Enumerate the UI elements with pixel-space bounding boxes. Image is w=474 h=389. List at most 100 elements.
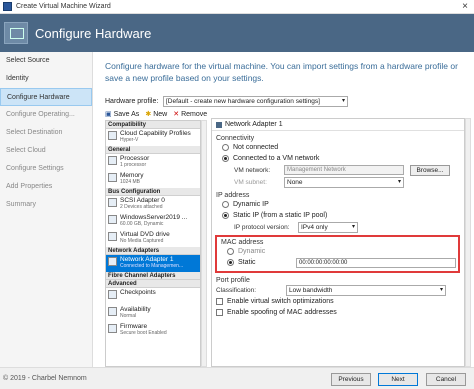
hardware-profile-select[interactable]: [Default - create new hardware configura… [163,96,348,107]
save-as-button[interactable]: ▣ Save As [105,110,140,119]
mac-dynamic-option[interactable]: Dynamic [217,246,458,257]
processor-icon [108,156,117,165]
enable-vswitch-option[interactable]: Enable virtual switch optimizations [212,296,464,307]
page-description: Configure hardware for the virtual machi… [105,61,458,83]
network-adapter-icon [108,257,117,266]
mac-address-label: MAC address [221,239,264,246]
tree-item-sub: 2 Devices attached [120,204,163,210]
tree-section-fibre[interactable]: Fibre Channel Adapters [106,272,200,280]
vm-network-field[interactable]: Management Network [284,165,404,175]
radio-selected-icon [222,212,229,219]
dvd-icon [108,232,117,241]
previous-button[interactable]: Previous [331,373,371,386]
tree-section-advanced[interactable]: Advanced [106,280,200,288]
remove-button[interactable]: ✕ Remove [173,110,207,119]
tree-item-checkpoints[interactable]: Checkpoints [106,288,200,305]
nav-item-select-source[interactable]: Select Source [0,52,92,70]
tree-item-sub: Hyper-V [120,137,139,143]
tree-item-title: Virtual DVD drive [120,231,170,238]
radio-icon [222,201,229,208]
vm-subnet-label: VM subnet: [234,178,267,186]
tree-item-processor[interactable]: Processor 1 processor [106,154,200,171]
classification-select[interactable]: Low bandwidth ▾ [286,284,446,296]
browse-button[interactable]: Browse... [410,164,450,176]
tree-item-sub: Secure boot Enabled [120,330,167,336]
mac-static-option[interactable]: Static 00:00:00:00:00:00 [217,257,458,268]
hardware-profile-label: Hardware profile: [105,98,159,105]
not-connected-label: Not connected [233,144,279,151]
mac-address-field[interactable]: 00:00:00:00:00:00 [296,257,456,268]
tree-item-availability[interactable]: Availability Normal [106,305,200,322]
tree-section-bus[interactable]: Bus Configuration [106,188,200,196]
main-panel: Configure hardware for the virtual machi… [93,52,474,367]
tree-item-dvd[interactable]: Virtual DVD drive No Media Captured [106,230,200,247]
footer-bar: © 2019 - Charbel Nemnom Previous Next Ca… [0,367,474,389]
static-ip-label: Static IP (from a static IP pool) [233,212,328,219]
detail-panel: Network Adapter 1 Connectivity Not conne… [211,118,465,367]
disk-icon [108,215,117,224]
ip-protocol-row: IP protocol version: IPv4 only ▾ [212,221,464,233]
tree-item-title: Checkpoints [120,289,156,296]
detail-scrollbar[interactable] [465,118,471,367]
port-profile-label: Port profile [216,277,250,284]
cancel-button[interactable]: Cancel [426,373,466,386]
vm-network-row: VM network: Management Network Browse... [212,164,464,176]
tree-item-title: Memory [120,172,144,179]
nav-item-configure-operating: Configure Operating... [6,111,75,118]
tree-item-title: SCSI Adapter 0 [120,197,165,204]
mac-dynamic-label: Dynamic [238,248,266,255]
title-bar: Create Virtual Machine Wizard × [0,0,474,14]
nav-item-identity[interactable]: Identity [0,70,92,88]
dynamic-ip-option[interactable]: Dynamic IP [212,199,464,210]
tree-item-title: Firmware [120,323,148,330]
hardware-toolbar: ▣ Save As ✱ New ✕ Remove [105,110,207,119]
remove-icon: ✕ [173,111,180,118]
tree-section-compatibility[interactable]: Compatibility [106,121,200,129]
radio-icon [222,144,229,151]
nav-item-select-destination: Select Destination [6,129,63,136]
hardware-tree: Compatibility Cloud Capability Profiles H… [105,120,201,367]
tree-section-network[interactable]: Network Adapters [106,247,200,255]
tree-item-memory[interactable]: Memory 1024 MB [106,171,200,188]
vm-subnet-value: None [287,178,303,186]
tree-item-firmware[interactable]: Firmware Secure boot Enabled [106,322,200,339]
radio-selected-icon [222,155,229,162]
not-connected-option[interactable]: Not connected [212,142,464,153]
radio-selected-icon [227,259,234,266]
tree-item-cloud-capability[interactable]: Cloud Capability Profiles Hyper-V [106,129,200,146]
memory-icon [108,173,117,182]
hardware-profile-row: Hardware profile: [Default - create new … [105,96,348,107]
close-icon[interactable]: × [462,1,468,12]
vm-subnet-row: VM subnet: None ▾ [212,176,464,188]
chevron-down-icon: ▾ [439,286,443,293]
ip-protocol-select[interactable]: IPv4 only ▾ [298,221,358,233]
dynamic-ip-label: Dynamic IP [233,201,269,208]
tree-item-scsi[interactable]: SCSI Adapter 02 Devices attached [106,196,200,213]
vm-network-label: VM network: [234,166,271,174]
tree-item-sub: Normal [120,313,137,319]
tree-item-title: Processor [120,155,150,162]
chevron-down-icon: ▾ [397,178,401,185]
availability-icon [108,307,117,316]
nav-item-select-cloud: Select Cloud [6,147,46,154]
next-button[interactable]: Next [378,373,418,386]
tree-item-sub: 60.00 GB, Dynamic [120,221,164,227]
static-ip-option[interactable]: Static IP (from a static IP pool) [212,210,464,221]
wizard-header: Configure Hardware [0,14,474,52]
tree-item-title: Cloud Capability Profiles [120,130,191,137]
vm-subnet-select[interactable]: None ▾ [284,176,404,188]
scsi-icon [108,198,117,207]
new-label: New [153,110,168,118]
ip-address-label: IP address [216,192,250,199]
nav-item-configure-hardware[interactable]: Configure Hardware [0,88,92,106]
tree-scrollbar[interactable] [201,120,207,367]
save-as-label: Save As [113,110,140,118]
tree-item-network-adapter[interactable]: Network Adapter 1 Connected to Managemen.… [106,255,200,272]
tree-section-general[interactable]: General [106,146,200,154]
enable-mac-spoofing-option[interactable]: Enable spoofing of MAC addresses [212,307,464,318]
enable-mac-spoofing-label: Enable spoofing of MAC addresses [227,309,337,316]
new-button[interactable]: ✱ New [145,110,168,119]
tree-item-disk[interactable]: WindowsServer2019 ... 60.00 GB, Dynamic [106,213,200,230]
connected-vm-network-option[interactable]: Connected to a VM network [212,153,464,164]
tree-item-sub: 1 processor [120,162,147,168]
